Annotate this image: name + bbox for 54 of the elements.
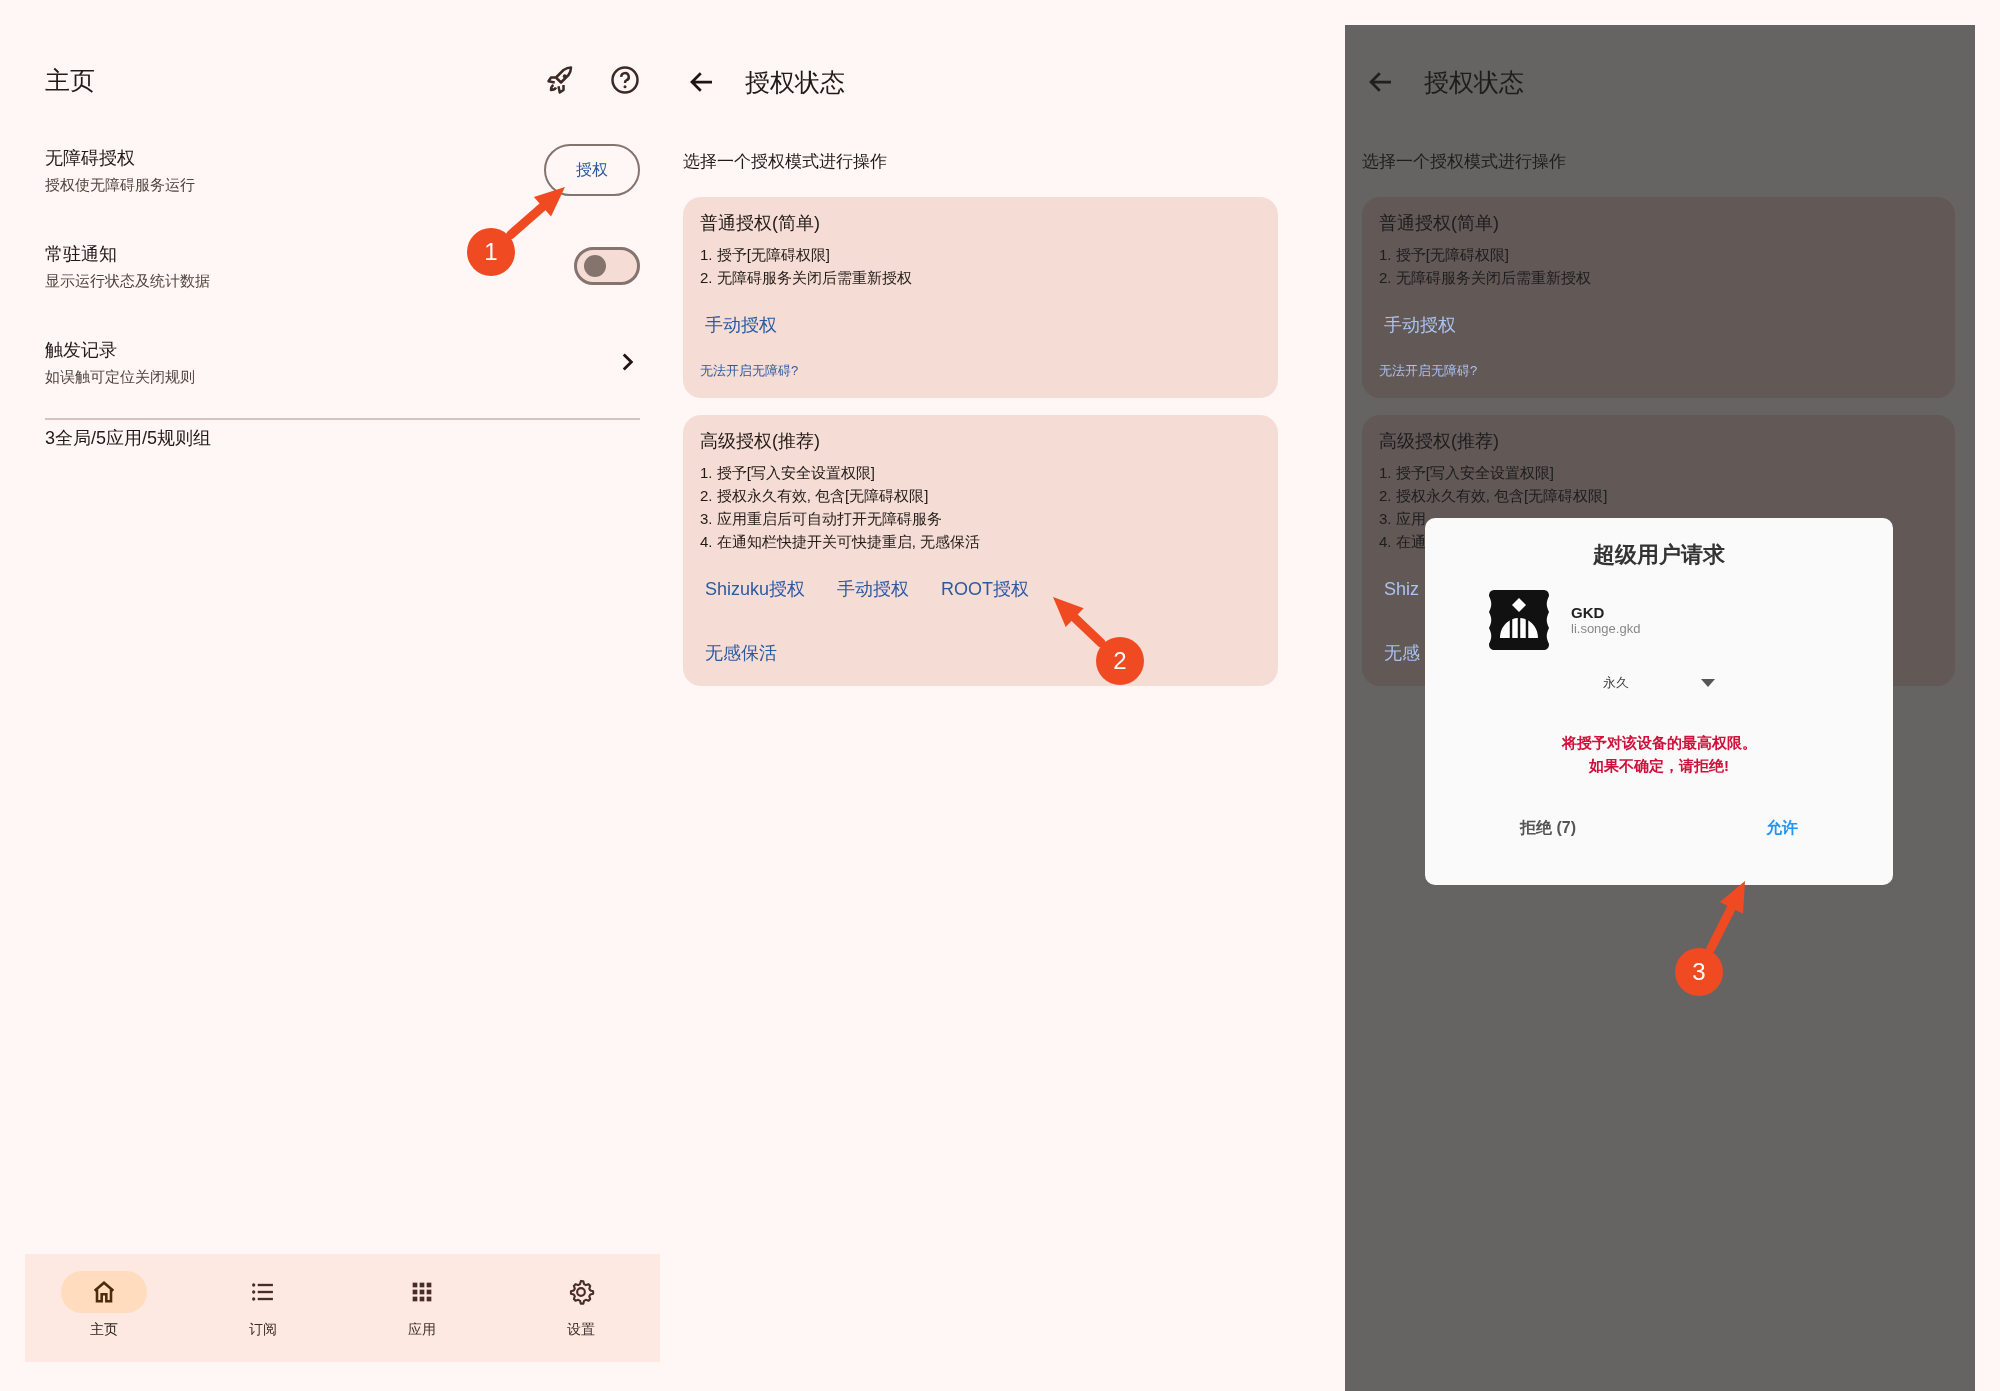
setting-title: 触发记录	[45, 338, 118, 362]
dropdown-caret-icon	[1701, 679, 1715, 687]
setting-title: 无障碍授权	[45, 146, 136, 170]
list-item: 3. 应用重启后可自动打开无障碍服务	[700, 509, 943, 529]
deny-button[interactable]: 拒绝 (7)	[1512, 814, 1584, 843]
list-item: 1. 授予[写入安全设置权限]	[1379, 463, 1555, 483]
setting-title: 常驻通知	[45, 242, 118, 266]
text-link[interactable]: 手动授权	[705, 313, 777, 337]
instruction-text: 选择一个授权模式进行操作	[1362, 151, 1567, 173]
list-item: 1. 授予[写入安全设置权限]	[700, 463, 876, 483]
step-number-badge: 1	[467, 228, 515, 276]
callout-arrow	[506, 187, 565, 240]
setting-description: 显示运行状态及统计数据	[45, 271, 210, 291]
page-title: 授权状态	[745, 66, 845, 98]
package-name: li.songe.gkd	[1571, 621, 1641, 636]
nav-label: 应用	[407, 1321, 436, 1339]
list-item: 1. 授予[无障碍权限]	[700, 245, 831, 265]
instruction-text: 选择一个授权模式进行操作	[683, 151, 888, 173]
help-link[interactable]: 无法开启无障碍?	[700, 362, 1262, 380]
list-item: 1. 授予[无障碍权限]	[1379, 245, 1510, 265]
card-title: 高级授权(推荐)	[1379, 430, 1500, 453]
card-title: 普通授权(简单)	[1379, 212, 1500, 235]
text-link[interactable]: Shizuku授权	[705, 577, 806, 601]
nav-label: 设置	[566, 1321, 595, 1339]
card-title: 普通授权(简单)	[700, 212, 821, 235]
duration-dropdown[interactable]: 永久	[1603, 674, 1715, 692]
list-item: 2. 授权永久有效, 包含[无障碍权限]	[700, 486, 930, 506]
list-item: 2. 无障碍服务关闭后需重新授权	[700, 268, 913, 288]
nav-label: 主页	[90, 1321, 119, 1339]
app-name: GKD	[1571, 604, 1606, 621]
list-item: 4. 在通知栏快捷开关可快捷重启, 无感保活	[700, 532, 981, 552]
rule-summary: 3全局/5应用/5规则组	[45, 427, 213, 450]
dialog-title: 超级用户请求	[1593, 541, 1725, 569]
text-link[interactable]: 手动授权	[837, 577, 910, 601]
page-title: 主页	[45, 64, 96, 96]
card-title: 高级授权(推荐)	[700, 430, 821, 453]
allow-button[interactable]: 允许	[1758, 814, 1806, 843]
help-icon[interactable]	[610, 65, 640, 95]
list-item: 3. 应用	[1379, 509, 1427, 529]
list-item: 4. 在通	[1379, 532, 1427, 552]
page-title: 授权状态	[1424, 66, 1524, 98]
callout-arrow	[1053, 597, 1106, 648]
setting-description: 如误触可定位关闭规则	[45, 367, 195, 387]
setting-description: 授权使无障碍服务运行	[45, 175, 195, 195]
text-link[interactable]: 无感保活	[705, 641, 777, 665]
text-link[interactable]: ROOT授权	[941, 577, 1030, 601]
list-item: 2. 无障碍服务关闭后需重新授权	[1379, 268, 1592, 288]
nav-tab[interactable]	[61, 1271, 148, 1313]
list-item: 2. 授权永久有效, 包含[无障碍权限]	[1379, 486, 1609, 506]
warning-text: 如果不确定，请拒绝!	[1589, 757, 1729, 776]
toggle-switch[interactable]	[574, 247, 640, 285]
app-icon	[1487, 588, 1551, 652]
nav-label: 订阅	[249, 1321, 278, 1339]
warning-text: 将授予对该设备的最高权限。	[1561, 734, 1757, 753]
